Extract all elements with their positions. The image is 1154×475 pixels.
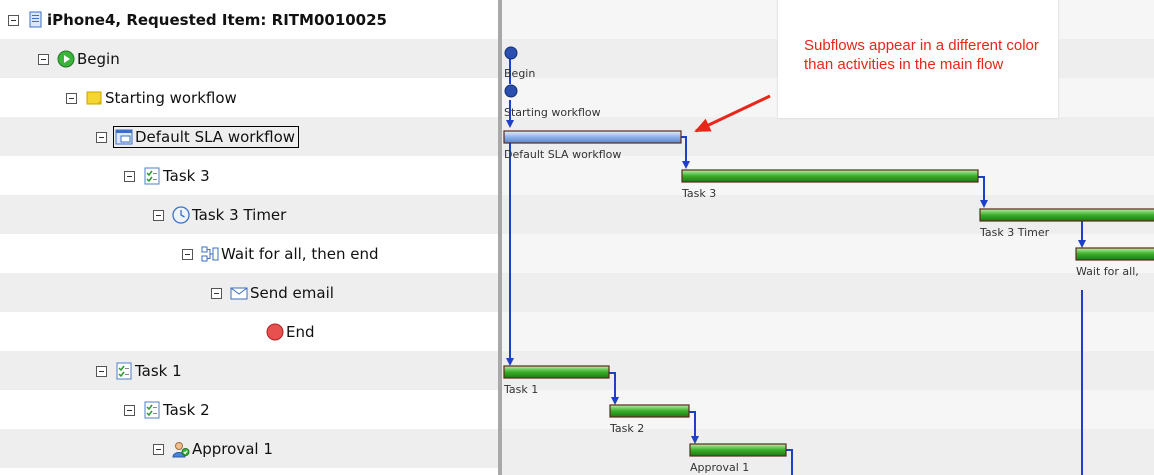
task-icon (116, 362, 132, 380)
tree-node-label: Task 3 (163, 167, 210, 185)
annotation-text: Subflows appear in a different color tha… (804, 37, 1039, 73)
activity-bar-wait-for-all[interactable] (1075, 247, 1154, 261)
selected-node[interactable]: Default SLA workflow (113, 126, 300, 148)
tree-node-label: End (286, 323, 315, 341)
collapse-toggle[interactable] (96, 131, 107, 143)
tree-row-task-3[interactable]: Task 3 (0, 156, 498, 195)
tree-node: Begin (38, 49, 120, 69)
activity-bar-task-3-timer[interactable] (979, 208, 1154, 222)
tree-node: End (266, 322, 315, 342)
end-icon (266, 323, 284, 341)
subflow-bar-default-sla[interactable] (503, 130, 682, 144)
tree-node-label: Task 1 (135, 362, 182, 380)
tree-node: Task 2 (124, 400, 210, 420)
tree-row-wait-for-all[interactable]: Wait for all, then end (0, 234, 498, 273)
gantt-label-task-2: Task 2 (609, 422, 644, 435)
tree-node-label: Task 3 Timer (192, 206, 287, 224)
begin-milestone[interactable] (504, 46, 518, 60)
note-icon (86, 91, 102, 105)
gantt-label-task-1: Task 1 (503, 383, 538, 396)
tree-node: Default SLA workflow (96, 126, 300, 148)
tree-node-label: Starting workflow (105, 89, 237, 107)
activity-bar-approval-1[interactable] (689, 443, 787, 457)
tree-row-requested-item[interactable]: iPhone4, Requested Item: RITM0010025 (0, 0, 498, 39)
tree-node: Approval 1 (153, 439, 273, 459)
join-icon (201, 246, 219, 262)
collapse-toggle[interactable] (124, 170, 135, 182)
tree-node-label: Task 2 (163, 401, 210, 419)
collapse-toggle[interactable] (124, 404, 135, 416)
tree-row-starting-workflow[interactable]: Starting workflow (0, 78, 498, 117)
starting-workflow-milestone[interactable] (504, 84, 518, 98)
tree-node: Task 3 (124, 166, 210, 186)
tree-node-label: Approval 1 (192, 440, 273, 458)
requested-item-icon (29, 11, 42, 28)
tree-node-label: Send email (250, 284, 334, 302)
workflow-tree: iPhone4, Requested Item: RITM0010025 Beg… (0, 0, 498, 475)
collapse-toggle[interactable] (211, 287, 222, 299)
tree-row-task-1[interactable]: Task 1 (0, 351, 498, 390)
tree-node-label: iPhone4, Requested Item: RITM0010025 (47, 11, 387, 29)
tree-node: Task 3 Timer (153, 205, 286, 225)
gantt-label-task-3-timer: Task 3 Timer (979, 226, 1050, 239)
tree-row-begin[interactable]: Begin (0, 39, 498, 78)
subflow-icon (115, 129, 133, 145)
gantt-label-begin: Begin (504, 67, 535, 80)
tree-row-end[interactable]: End (0, 312, 498, 351)
task-icon (144, 401, 160, 419)
gantt-label-starting-workflow: Starting workflow (504, 106, 601, 119)
collapse-toggle[interactable] (182, 248, 193, 260)
tree-node: iPhone4, Requested Item: RITM0010025 (8, 10, 387, 30)
tree-row-task-3-timer[interactable]: Task 3 Timer (0, 195, 498, 234)
tree-node-label: Begin (77, 50, 120, 68)
gantt-label-task-3: Task 3 (681, 187, 716, 200)
approval-icon (172, 442, 190, 458)
tree-row-task-2[interactable]: Task 2 (0, 390, 498, 429)
tree-node-label: Wait for all, then end (221, 245, 379, 263)
begin-icon (57, 50, 75, 68)
collapse-toggle[interactable] (153, 443, 164, 455)
tree-node: Send email (211, 283, 334, 303)
tree-node: Wait for all, then end (182, 244, 379, 264)
gantt-label-default-sla: Default SLA workflow (504, 148, 621, 161)
tree-row-default-sla-workflow[interactable]: Default SLA workflow (0, 117, 498, 156)
gantt-label-approval-1: Approval 1 (690, 461, 749, 474)
collapse-toggle[interactable] (96, 365, 107, 377)
tree-node: Starting workflow (66, 88, 237, 108)
activity-bar-task-1[interactable] (503, 365, 610, 379)
gantt-label-wait-for-all: Wait for all, (1076, 265, 1139, 278)
tree-node-label: Default SLA workflow (135, 128, 296, 146)
collapse-toggle[interactable] (153, 209, 164, 221)
task-icon (144, 167, 160, 185)
timer-icon (172, 206, 190, 224)
email-icon (230, 287, 248, 300)
collapse-toggle[interactable] (8, 14, 19, 26)
tree-row-approval-1[interactable]: Approval 1 (0, 429, 498, 468)
activity-bar-task-3[interactable] (681, 169, 979, 183)
collapse-toggle[interactable] (38, 53, 49, 65)
tree-row-send-email[interactable]: Send email (0, 273, 498, 312)
activity-bar-task-2[interactable] (609, 404, 690, 418)
collapse-toggle[interactable] (66, 92, 77, 104)
tree-node: Task 1 (96, 361, 182, 381)
annotation-callout: Subflows appear in a different color tha… (778, 0, 1058, 118)
